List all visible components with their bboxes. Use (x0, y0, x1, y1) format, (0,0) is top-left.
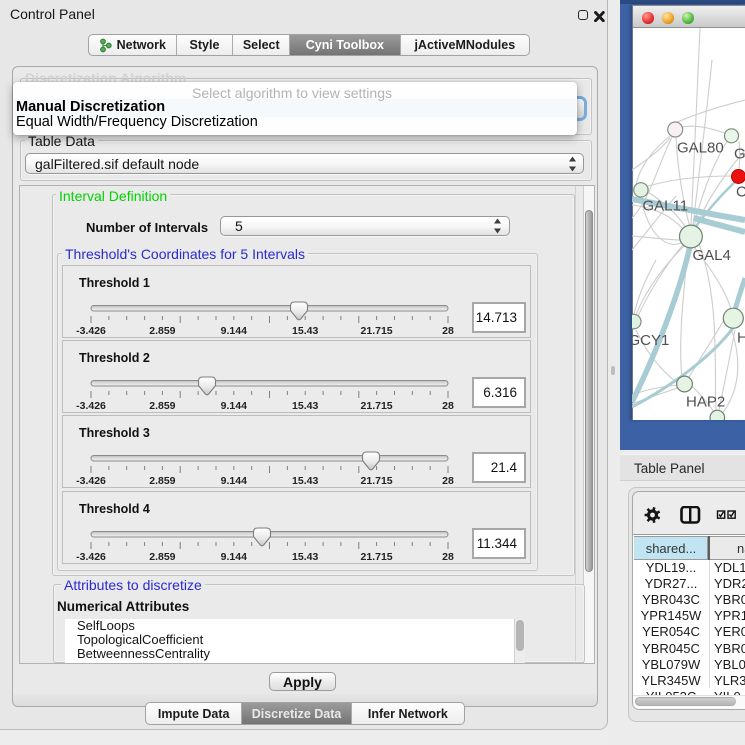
svg-text:28: 28 (442, 325, 454, 337)
svg-text:15.43: 15.43 (292, 551, 318, 563)
svg-text:HAP2: HAP2 (686, 394, 725, 411)
svg-text:2.859: 2.859 (149, 325, 175, 337)
svg-text:GA: GA (734, 146, 745, 163)
svg-text:21.715: 21.715 (361, 551, 393, 563)
svg-text:-3.426: -3.426 (76, 400, 106, 412)
svg-text:CY: CY (736, 184, 745, 201)
svg-text:GAL11: GAL11 (643, 198, 689, 215)
svg-text:-3.426: -3.426 (76, 475, 106, 487)
svg-text:15.43: 15.43 (292, 400, 318, 412)
svg-text:-3.426: -3.426 (76, 551, 106, 563)
svg-text:9.144: 9.144 (221, 400, 247, 412)
svg-text:21.715: 21.715 (361, 475, 393, 487)
svg-text:2.859: 2.859 (149, 400, 175, 412)
svg-text:9.144: 9.144 (221, 325, 247, 337)
svg-text:HI: HI (737, 330, 745, 347)
svg-text:28: 28 (442, 475, 454, 487)
svg-text:21.715: 21.715 (361, 400, 393, 412)
svg-text:GAL80: GAL80 (677, 140, 724, 157)
svg-text:21.715: 21.715 (361, 325, 393, 337)
svg-text:GAL4: GAL4 (693, 247, 731, 264)
svg-text:9.144: 9.144 (221, 551, 247, 563)
svg-text:GCY1: GCY1 (632, 332, 669, 349)
svg-text:28: 28 (442, 400, 454, 412)
svg-text:9.144: 9.144 (221, 475, 247, 487)
svg-text:28: 28 (442, 551, 454, 563)
svg-text:2.859: 2.859 (149, 475, 175, 487)
svg-text:15.43: 15.43 (292, 325, 318, 337)
svg-text:15.43: 15.43 (292, 475, 318, 487)
svg-text:2.859: 2.859 (149, 551, 175, 563)
svg-text:-3.426: -3.426 (76, 325, 106, 337)
